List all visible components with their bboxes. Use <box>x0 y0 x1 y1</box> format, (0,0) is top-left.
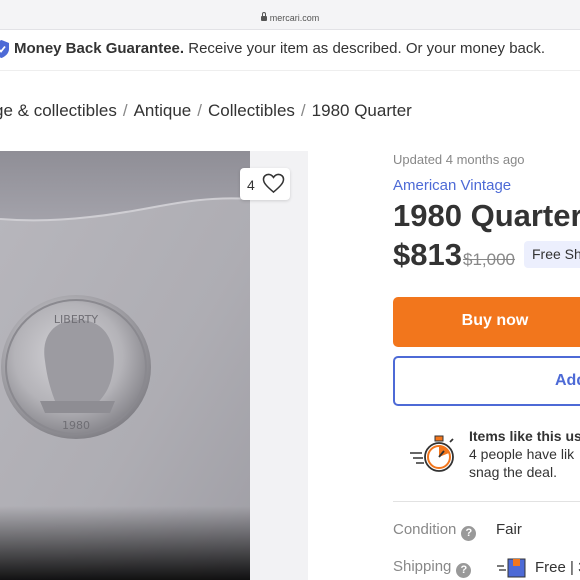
shipping-label: Shipping? <box>393 558 472 578</box>
section-divider <box>393 501 580 502</box>
buy-now-button[interactable]: Buy now <box>393 297 580 347</box>
money-back-banner: Money Back Guarantee. Receive your item … <box>0 31 580 71</box>
popularity-line-2: snag the deal. <box>469 464 557 480</box>
lock-icon <box>260 12 267 21</box>
banner-title: Money Back Guarantee. <box>14 40 185 57</box>
stopwatch-icon <box>410 435 454 472</box>
condition-label-text: Condition <box>393 521 457 538</box>
breadcrumb-separator: / <box>197 101 202 120</box>
condition-label: Condition? <box>393 521 477 541</box>
help-icon[interactable]: ? <box>456 563 472 578</box>
shipping-value: Free | 3 <box>535 559 580 576</box>
product-photo[interactable]: LIBERTY 1980 <box>0 151 250 580</box>
item-title: 1980 Quarter <box>393 198 580 233</box>
heart-icon <box>262 173 285 194</box>
condition-value: Fair <box>496 521 522 538</box>
free-shipping-badge: Free Sh <box>524 241 580 268</box>
brand-link[interactable]: American Vintage <box>393 177 511 194</box>
updated-timestamp: Updated 4 months ago <box>393 152 525 167</box>
like-button[interactable]: 4 <box>240 168 290 200</box>
breadcrumb: ge & collectibles / Antique / Collectibles / 1… <box>0 101 412 121</box>
banner-description: Receive your item as described. Or your … <box>188 40 546 57</box>
popularity-notice: Items like this us 4 people have lik sna… <box>408 428 580 484</box>
add-label: Add <box>555 372 580 389</box>
breadcrumb-separator: / <box>122 101 128 120</box>
banner-text: Money Back Guarantee. Receive your item … <box>14 40 545 57</box>
breadcrumb-item-collectibles[interactable]: Collectibles <box>208 101 295 120</box>
breadcrumb-separator: / <box>300 101 306 120</box>
coin-photo-image: LIBERTY 1980 <box>0 151 250 580</box>
popularity-headline: Items like this us <box>469 428 580 444</box>
help-icon[interactable]: ? <box>461 526 477 541</box>
breadcrumb-item-antique[interactable]: Antique <box>134 101 192 120</box>
photo-gallery-strip <box>250 151 308 580</box>
breadcrumb-item-current: 1980 Quarter <box>311 101 412 120</box>
popularity-line-1: 4 people have lik <box>469 446 575 462</box>
svg-text:1980: 1980 <box>62 419 90 432</box>
shipping-box-icon <box>497 558 526 578</box>
item-price: $813 <box>393 237 462 272</box>
svg-text:LIBERTY: LIBERTY <box>54 313 98 326</box>
buy-now-label: Buy now <box>461 312 529 329</box>
like-count: 4 <box>247 177 255 193</box>
shipping-label-text: Shipping <box>393 558 452 575</box>
url-display[interactable]: mercari.com <box>0 12 580 23</box>
add-to-cart-button[interactable]: Add <box>393 356 580 406</box>
browser-url-bar[interactable]: mercari.com <box>0 0 580 30</box>
url-text: mercari.com <box>269 13 320 23</box>
original-price: $1,000 <box>463 250 515 269</box>
breadcrumb-item-category[interactable]: ge & collectibles <box>0 101 117 120</box>
shield-check-icon <box>0 40 9 58</box>
